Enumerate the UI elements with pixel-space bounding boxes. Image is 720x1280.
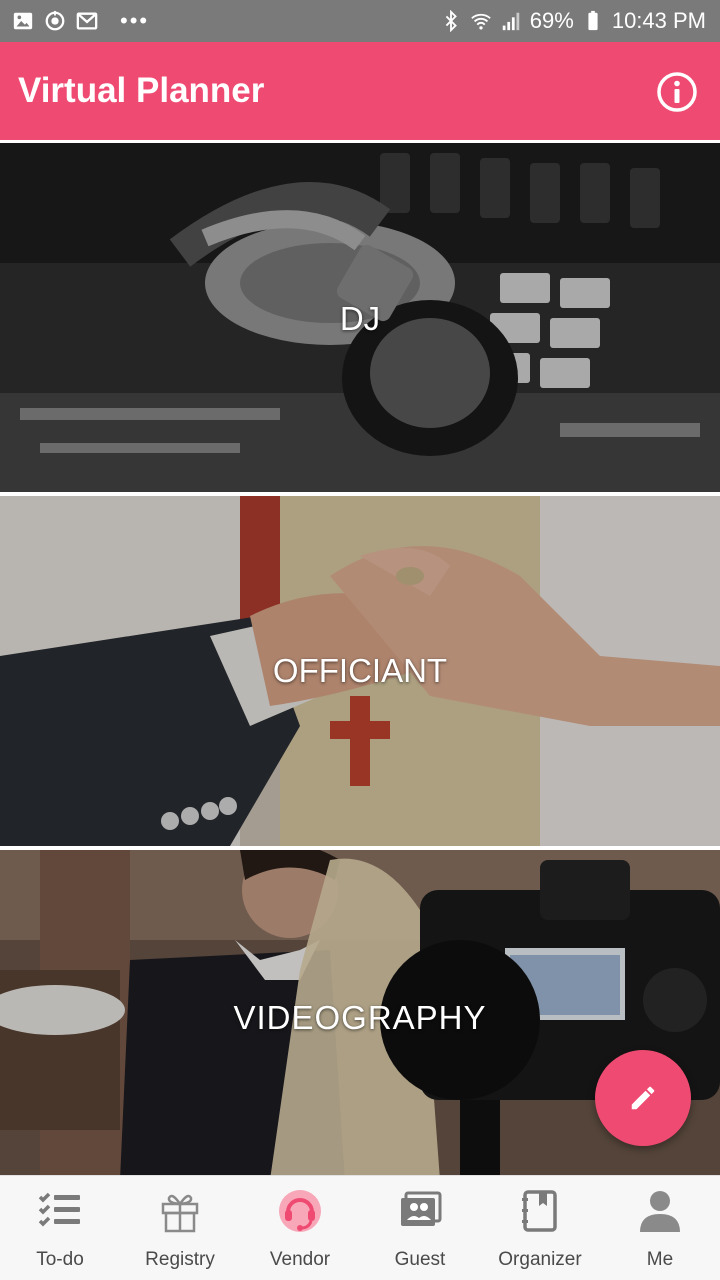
pencil-icon bbox=[631, 1086, 655, 1110]
clock: 10:43 PM bbox=[611, 8, 706, 33]
nav-label-vendor: Vendor bbox=[269, 1249, 331, 1270]
nav-label-organizer: Organizer bbox=[498, 1249, 582, 1270]
image-icon bbox=[13, 12, 33, 30]
category-label-videography: VIDEOGRAPHY bbox=[233, 999, 487, 1036]
notification-icons: ••• bbox=[12, 8, 149, 34]
bottom-navigation: To-do Registry Vendor Guest Organizer Me bbox=[0, 1175, 720, 1280]
bluetooth-icon bbox=[445, 10, 457, 32]
category-card-officiant[interactable]: OFFICIANT bbox=[0, 496, 720, 846]
person-icon bbox=[640, 1191, 680, 1232]
vendor-category-list: DJ OFFICIANT VIDEOGRAPHY bbox=[0, 140, 720, 1175]
status-bar: ••• 69% 10:43 PM bbox=[0, 0, 720, 42]
vendor-headset-icon bbox=[279, 1190, 321, 1232]
category-label-dj: DJ bbox=[339, 300, 381, 337]
nav-item-guest[interactable]: Guest bbox=[360, 1176, 480, 1280]
app-bar: Virtual Planner bbox=[0, 42, 720, 140]
sync-icon bbox=[45, 10, 65, 31]
nav-item-vendor[interactable]: Vendor bbox=[240, 1176, 360, 1280]
gmail-icon bbox=[76, 12, 98, 30]
edit-fab[interactable] bbox=[595, 1050, 691, 1146]
nav-item-todo[interactable]: To-do bbox=[0, 1176, 120, 1280]
nav-label-todo: To-do bbox=[36, 1249, 84, 1270]
category-card-dj[interactable]: DJ bbox=[0, 143, 720, 492]
nav-item-me[interactable]: Me bbox=[600, 1176, 720, 1280]
checklist-icon bbox=[38, 1192, 80, 1227]
page-title: Virtual Planner bbox=[18, 71, 265, 110]
nav-label-guest: Guest bbox=[394, 1249, 446, 1270]
category-label-officiant: OFFICIANT bbox=[272, 652, 448, 689]
info-icon[interactable] bbox=[656, 71, 698, 113]
battery-icon bbox=[588, 10, 598, 31]
signal-icon bbox=[502, 12, 520, 31]
nav-label-me: Me bbox=[646, 1249, 674, 1270]
organizer-book-icon bbox=[522, 1190, 557, 1232]
system-status: 69% 10:43 PM bbox=[440, 8, 706, 34]
gift-icon bbox=[161, 1194, 199, 1233]
guests-icon bbox=[401, 1191, 442, 1226]
battery-percent: 69% bbox=[529, 8, 574, 33]
nav-label-registry: Registry bbox=[145, 1249, 215, 1270]
nav-item-organizer[interactable]: Organizer bbox=[480, 1176, 600, 1280]
more-dots-icon: ••• bbox=[120, 8, 150, 33]
wifi-icon bbox=[471, 13, 491, 30]
nav-item-registry[interactable]: Registry bbox=[120, 1176, 240, 1280]
